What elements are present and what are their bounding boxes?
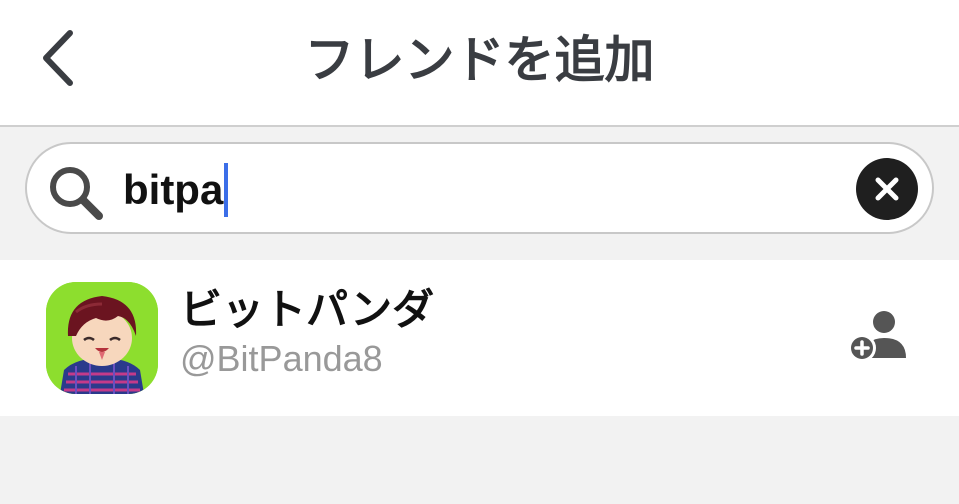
avatar[interactable] xyxy=(46,282,158,394)
search-results: ビットパンダ @BitPanda8 xyxy=(0,260,959,416)
add-friend-screen: フレンドを追加 bitpa ビットパンダ @BitPanda8 xyxy=(0,0,959,504)
close-icon xyxy=(875,177,899,201)
avatar-image xyxy=(46,282,158,394)
user-id: @BitPanda8 xyxy=(180,338,383,379)
user-display-name: ビットパンダ xyxy=(180,285,435,334)
search-field[interactable]: bitpa xyxy=(25,142,934,234)
search-area: bitpa xyxy=(0,127,959,260)
search-icon xyxy=(50,167,103,220)
text-caret xyxy=(224,163,229,217)
list-item[interactable]: ビットパンダ @BitPanda8 xyxy=(0,260,959,416)
search-input-text: bitpa xyxy=(123,166,224,213)
page-title: フレンドを追加 xyxy=(304,31,655,89)
header: フレンドを追加 xyxy=(0,0,959,127)
clear-search-button[interactable] xyxy=(856,158,918,220)
add-friend-button[interactable] xyxy=(846,308,910,368)
add-person-icon xyxy=(848,311,906,362)
search-input[interactable]: bitpa xyxy=(123,163,229,217)
